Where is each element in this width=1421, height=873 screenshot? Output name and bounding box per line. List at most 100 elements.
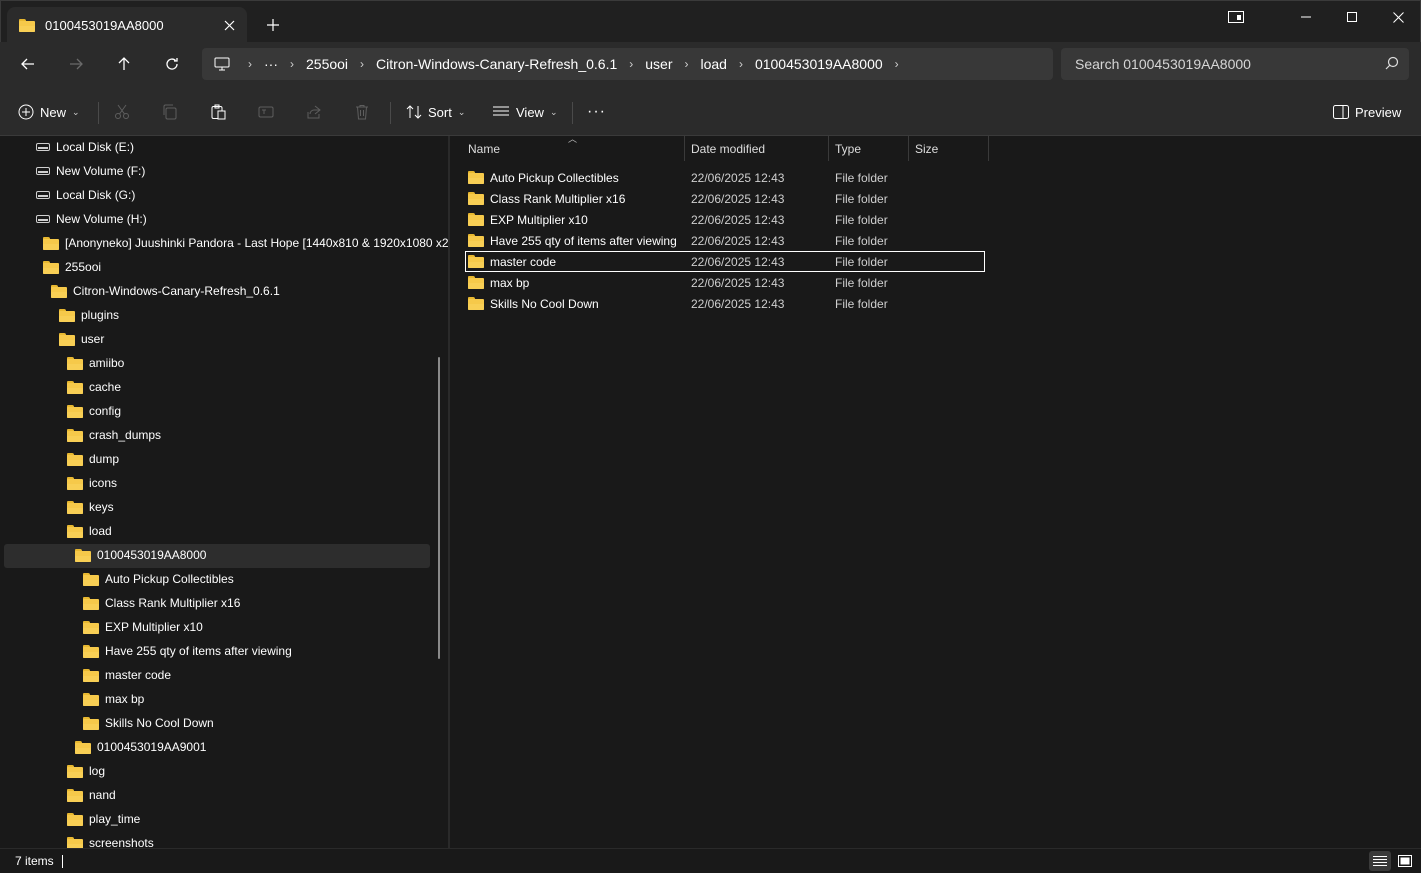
- cut-button[interactable]: [114, 98, 130, 126]
- table-row[interactable]: Skills No Cool Down 22/06/2025 12:43 Fil…: [465, 293, 985, 314]
- folder-icon: [67, 356, 83, 370]
- preview-pane-button[interactable]: Preview: [1333, 98, 1401, 126]
- nav-folder-255ooi[interactable]: 255ooi: [43, 255, 101, 279]
- new-label: New: [40, 104, 67, 120]
- drive-icon: [36, 143, 50, 151]
- nav-scrollbar[interactable]: [438, 357, 440, 659]
- nav-folder-load[interactable]: load: [67, 519, 112, 543]
- delete-button[interactable]: [354, 98, 370, 126]
- search-input[interactable]: Search 0100453019AA8000: [1061, 48, 1409, 80]
- column-header-size[interactable]: Size: [909, 136, 988, 161]
- chevron-down-icon: ⌄: [549, 106, 558, 117]
- nav-drive-h[interactable]: New Volume (H:): [36, 207, 147, 231]
- folder-icon: [83, 620, 99, 634]
- close-icon: [1392, 11, 1404, 23]
- file-list-pane: Name ︿ Date modified Type Size Auto Pick…: [450, 134, 1421, 848]
- close-tab-button[interactable]: [215, 11, 243, 39]
- share-button[interactable]: [306, 98, 322, 126]
- nav-folder-skills[interactable]: Skills No Cool Down: [83, 711, 214, 735]
- forward-button[interactable]: [60, 50, 92, 78]
- nav-folder-cache[interactable]: cache: [67, 375, 121, 399]
- chevron-right-icon[interactable]: ›: [739, 57, 743, 71]
- nav-folder-nand[interactable]: nand: [67, 783, 116, 807]
- chevron-right-icon[interactable]: ›: [895, 57, 899, 71]
- nav-folder-0100453019aa8000[interactable]: 0100453019AA8000: [75, 543, 206, 567]
- column-header-date[interactable]: Date modified: [685, 136, 828, 161]
- folder-icon: [19, 18, 35, 32]
- nav-drive-g[interactable]: Local Disk (G:): [36, 183, 135, 207]
- details-view-button[interactable]: [1369, 851, 1391, 871]
- nav-folder-config[interactable]: config: [67, 399, 121, 423]
- nav-folder-plugins[interactable]: plugins: [59, 303, 119, 327]
- nav-folder-dump[interactable]: dump: [67, 447, 119, 471]
- nav-label: icons: [89, 476, 118, 490]
- view-button[interactable]: View ⌄: [492, 98, 558, 126]
- breadcrumb-load[interactable]: load: [700, 56, 726, 72]
- tiles-view-button[interactable]: [1394, 851, 1416, 871]
- breadcrumb-citron[interactable]: Citron-Windows-Canary-Refresh_0.6.1: [376, 56, 617, 72]
- address-bar[interactable]: › ··· › 255ooi › Citron-Windows-Canary-R…: [202, 48, 1053, 80]
- breadcrumb-ellipsis[interactable]: ···: [264, 56, 278, 72]
- tab-title: 0100453019AA8000: [45, 17, 164, 33]
- copy-button[interactable]: [162, 98, 178, 126]
- nav-folder-icons[interactable]: icons: [67, 471, 117, 495]
- chevron-right-icon[interactable]: ›: [290, 57, 294, 71]
- breadcrumb-255ooi[interactable]: 255ooi: [306, 56, 348, 72]
- table-row-focused[interactable]: master code 22/06/2025 12:43 File folder: [465, 251, 985, 272]
- table-row[interactable]: EXP Multiplier x10 22/06/2025 12:43 File…: [465, 209, 985, 230]
- sort-button[interactable]: Sort ⌄: [406, 98, 465, 126]
- nav-folder-class-rank[interactable]: Class Rank Multiplier x16: [83, 591, 240, 615]
- chevron-right-icon[interactable]: ›: [360, 57, 364, 71]
- nav-folder-crash-dumps[interactable]: crash_dumps: [67, 423, 161, 447]
- column-divider[interactable]: [988, 136, 989, 161]
- nav-folder-anonyneko[interactable]: [Anonyneko] Juushinki Pandora - Last Hop…: [43, 231, 448, 255]
- column-name-label: Name: [468, 141, 501, 156]
- table-row[interactable]: max bp 22/06/2025 12:43 File folder: [465, 272, 985, 293]
- more-options-button[interactable]: ···: [587, 98, 606, 126]
- table-row[interactable]: Auto Pickup Collectibles 22/06/2025 12:4…: [465, 167, 985, 188]
- nav-drive-f[interactable]: New Volume (F:): [36, 159, 145, 183]
- maximize-button[interactable]: [1329, 1, 1375, 33]
- table-row[interactable]: Have 255 qty of items after viewing 22/0…: [465, 230, 985, 251]
- chevron-right-icon[interactable]: ›: [629, 57, 633, 71]
- breadcrumb-user[interactable]: user: [645, 56, 672, 72]
- table-row[interactable]: Class Rank Multiplier x16 22/06/2025 12:…: [465, 188, 985, 209]
- chevron-right-icon[interactable]: ›: [684, 57, 688, 71]
- sort-icon: [406, 105, 422, 119]
- nav-folder-user[interactable]: user: [59, 327, 104, 351]
- nav-folder-auto-pickup[interactable]: Auto Pickup Collectibles: [83, 567, 234, 591]
- close-window-button[interactable]: [1375, 1, 1421, 33]
- tab-current-folder[interactable]: 0100453019AA8000: [7, 7, 247, 43]
- new-button[interactable]: New ⌄: [18, 98, 80, 126]
- nav-folder-citron[interactable]: Citron-Windows-Canary-Refresh_0.6.1: [51, 279, 280, 303]
- nav-folder-0100453019aa9001[interactable]: 0100453019AA9001: [75, 735, 206, 759]
- nav-folder-log[interactable]: log: [67, 759, 105, 783]
- nav-folder-exp-multiplier[interactable]: EXP Multiplier x10: [83, 615, 203, 639]
- minimize-button[interactable]: [1283, 1, 1329, 33]
- nav-folder-amiibo[interactable]: amiibo: [67, 351, 124, 375]
- nav-drive-e[interactable]: Local Disk (E:): [36, 136, 134, 159]
- nav-label: Have 255 qty of items after viewing: [105, 644, 292, 658]
- column-header-type[interactable]: Type: [829, 136, 908, 161]
- row-name-cell: Skills No Cool Down: [468, 293, 599, 314]
- nav-folder-play-time[interactable]: play_time: [67, 807, 140, 831]
- view-icon: [493, 106, 509, 116]
- nav-folder-have-255[interactable]: Have 255 qty of items after viewing: [83, 639, 292, 663]
- breadcrumb-current[interactable]: 0100453019AA8000: [755, 56, 883, 72]
- refresh-button[interactable]: [156, 50, 188, 78]
- nav-label: nand: [89, 788, 116, 802]
- paste-button[interactable]: [210, 98, 226, 126]
- up-button[interactable]: [108, 50, 140, 78]
- nav-folder-max-bp[interactable]: max bp: [83, 687, 144, 711]
- new-tab-button[interactable]: [259, 11, 287, 39]
- preview-pane-icon: [1333, 105, 1349, 119]
- nav-folder-keys[interactable]: keys: [67, 495, 114, 519]
- nav-folder-master-code[interactable]: master code: [83, 663, 171, 687]
- snap-layout-button[interactable]: [1213, 1, 1259, 33]
- nav-label: load: [89, 524, 112, 538]
- back-button[interactable]: [12, 50, 44, 78]
- nav-folder-screenshots[interactable]: screenshots: [67, 831, 154, 848]
- chevron-right-icon[interactable]: ›: [248, 57, 252, 71]
- nav-label: Skills No Cool Down: [105, 716, 214, 730]
- rename-button[interactable]: [258, 98, 274, 126]
